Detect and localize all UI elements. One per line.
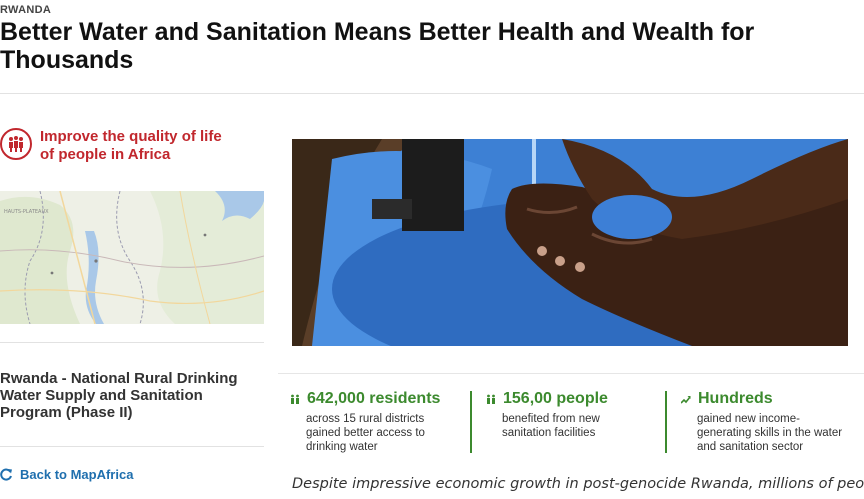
page-title: Better Water and Sanitation Means Better…: [0, 18, 755, 74]
stat-hundreds: Hundreds gained new income-generating sk…: [681, 390, 853, 454]
header-divider: [0, 93, 864, 94]
back-link-label: Back to MapAfrica: [20, 467, 134, 482]
sidebar-divider: [0, 342, 264, 343]
stat-description: across 15 rural districts gained better …: [306, 413, 425, 453]
sidebar-divider: [0, 446, 264, 447]
goal-badge[interactable]: Improve the quality of life of people in…: [0, 128, 240, 164]
growth-chart-icon: [681, 396, 691, 404]
stat-divider: [470, 391, 472, 453]
hero-photo: [292, 139, 848, 346]
stats-divider: [278, 373, 864, 374]
people-icon: [291, 394, 299, 404]
stat-description: gained new income-generating skills in t…: [697, 413, 843, 453]
refresh-arrow-icon: [0, 468, 12, 481]
stat-value: 156,00 people: [503, 390, 608, 407]
stat-people: 156,00 people benefited from new sanitat…: [486, 390, 632, 440]
map-region-label: HAUTS-PLATEAUX: [4, 209, 49, 215]
back-to-mapafrica-link[interactable]: Back to MapAfrica: [0, 467, 133, 482]
people-icon: [487, 394, 495, 404]
location-map[interactable]: HAUTS-PLATEAUX: [0, 191, 264, 324]
intro-paragraph: Despite impressive economic growth in po…: [292, 476, 864, 492]
stat-value: 642,000 residents: [307, 390, 441, 407]
country-label: RWANDA: [0, 4, 52, 16]
project-title: Rwanda - National Rural Drinking Water S…: [0, 370, 238, 421]
stat-description: benefited from new sanitation facilities: [502, 413, 600, 439]
goal-label: Improve the quality of life of people in…: [40, 128, 222, 163]
stat-divider: [665, 391, 667, 453]
people-icon: [0, 128, 32, 160]
stat-value: Hundreds: [698, 390, 773, 407]
stat-residents: 642,000 residents across 15 rural distri…: [290, 390, 446, 454]
